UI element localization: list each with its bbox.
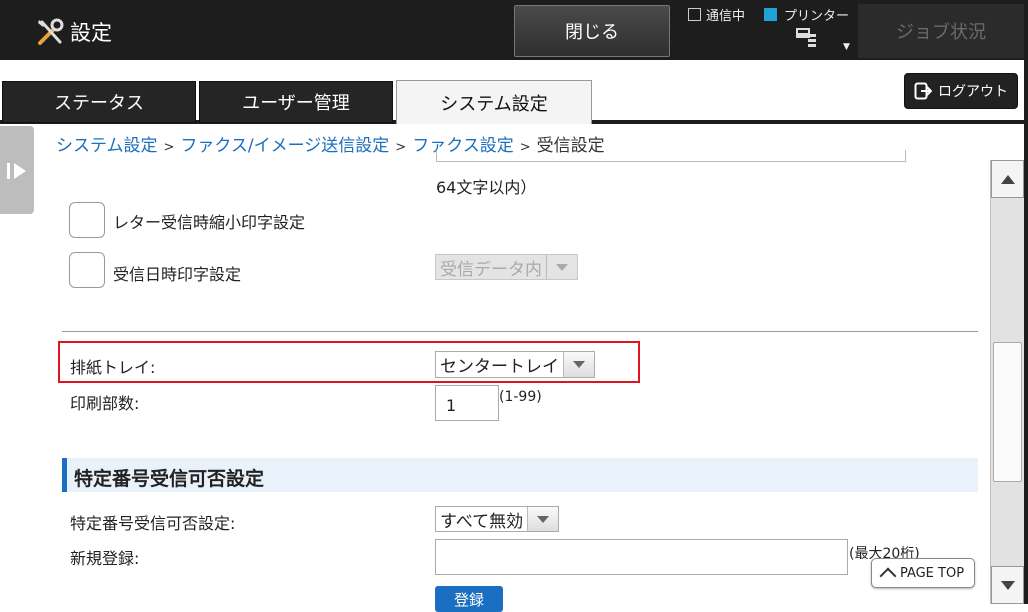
printer-label: プリンター [784, 9, 850, 24]
output-tray-select[interactable]: センタートレイ [435, 351, 595, 378]
section-title: 特定番号受信可否設定 [74, 468, 265, 490]
recv-datetime-select-value: 受信データ内 [440, 259, 542, 280]
chevron-down-icon [563, 352, 594, 377]
window-frame-edge [1024, 0, 1028, 604]
char-limit-note: 64文字以内） [436, 178, 537, 197]
text-input-partial[interactable] [436, 150, 906, 162]
scrollbar-thumb[interactable] [993, 342, 1022, 482]
logout-label: ログアウト [938, 84, 1008, 100]
printer-queue-icon[interactable] [794, 26, 820, 50]
close-button[interactable]: 閉じる [514, 5, 670, 57]
chevron-up-icon [879, 567, 897, 584]
chevron-down-icon [527, 507, 559, 531]
scroll-up-button[interactable] [991, 160, 1024, 198]
letter-shrink-label: レター受信時縮小印字設定 [113, 213, 306, 232]
recv-datetime-select: 受信データ内 [435, 254, 578, 280]
output-tray-label: 排紙トレイ: [70, 358, 156, 377]
printer-dropdown-icon[interactable]: ▼ [843, 42, 850, 52]
logout-button[interactable]: ログアウト [904, 73, 1018, 109]
specific-number-select-value: すべて無効 [440, 511, 524, 532]
section-divider [62, 331, 978, 332]
expand-panel-icon [6, 162, 28, 180]
job-status-button[interactable]: ジョブ状況 [858, 4, 1024, 58]
specific-number-select[interactable]: すべて無効 [435, 506, 560, 532]
specific-number-label: 特定番号受信可否設定: [70, 514, 236, 533]
copies-range: (1-99) [499, 389, 542, 405]
copies-input[interactable]: 1 [435, 385, 499, 421]
communicating-indicator [688, 8, 701, 21]
new-registration-input[interactable] [435, 539, 848, 575]
page-title: 設定 [70, 21, 112, 45]
register-button[interactable]: 登録 [435, 586, 503, 612]
arrow-down-icon [1000, 580, 1015, 590]
recv-datetime-label: 受信日時印字設定 [113, 265, 242, 284]
breadcrumb-separator: > [163, 140, 175, 155]
letter-shrink-checkbox[interactable] [69, 202, 105, 238]
tab-status[interactable]: ステータス [2, 81, 196, 123]
logout-icon [914, 82, 932, 100]
communicating-label: 通信中 [706, 9, 746, 24]
breadcrumb-separator: > [395, 140, 407, 155]
printer-indicator [764, 8, 777, 21]
arrow-up-icon [1000, 174, 1015, 184]
tab-user-management[interactable]: ユーザー管理 [199, 81, 393, 123]
output-tray-select-value: センタートレイ [440, 357, 559, 377]
page-top-button[interactable]: PAGE TOP [871, 558, 975, 588]
tools-icon [36, 18, 66, 46]
scroll-down-button[interactable] [991, 566, 1024, 604]
breadcrumb-system-settings[interactable]: システム設定 [56, 136, 158, 156]
copies-label: 印刷部数: [70, 394, 140, 413]
recv-datetime-checkbox[interactable] [69, 252, 105, 288]
new-registration-label: 新規登録: [70, 549, 140, 568]
breadcrumb-fax-image-send[interactable]: ファクス/イメージ送信設定 [180, 136, 389, 156]
page-top-label: PAGE TOP [899, 565, 965, 581]
tab-system-settings[interactable]: システム設定 [396, 80, 592, 124]
chevron-down-icon [546, 255, 577, 279]
